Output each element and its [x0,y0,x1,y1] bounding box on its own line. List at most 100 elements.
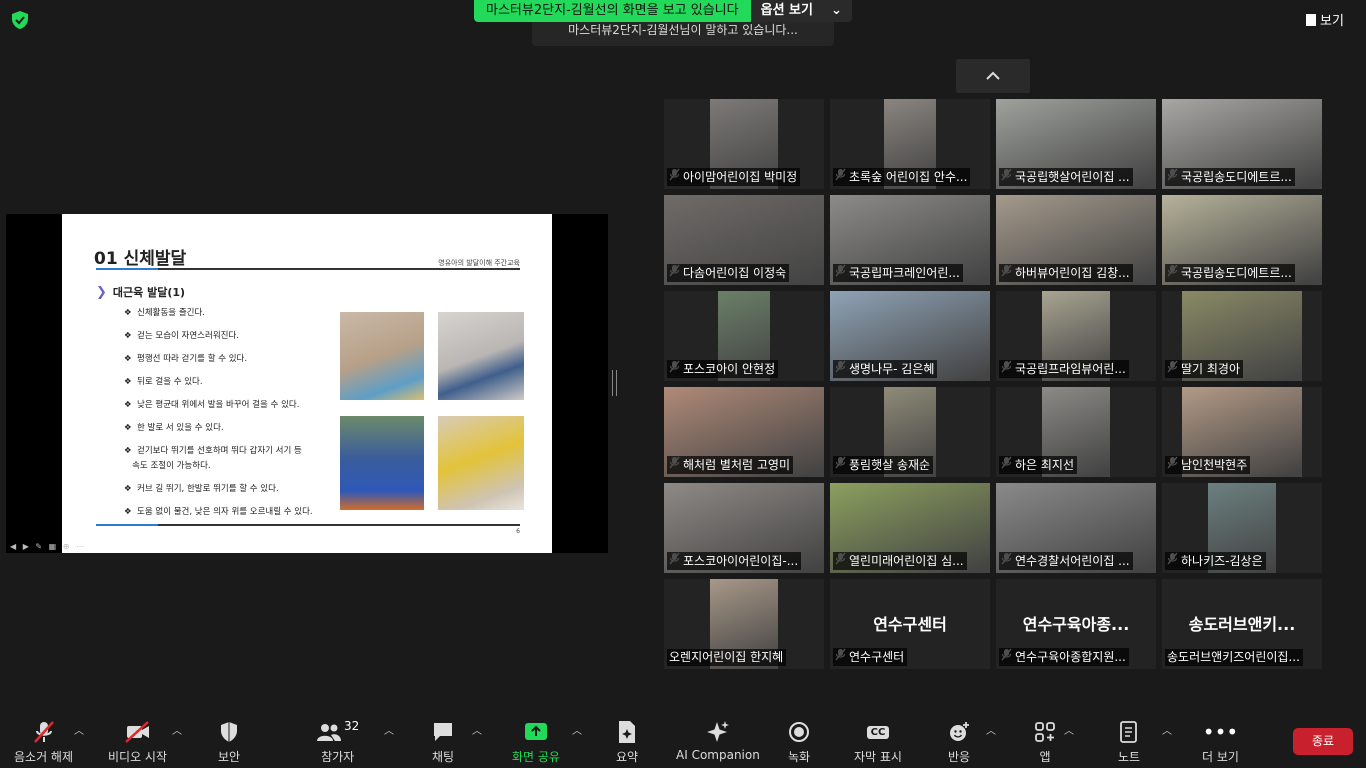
participant-name-label: 송도러브앤키즈어린이집... [1165,649,1303,666]
participant-tile[interactable]: 아이맘어린이집 박미정 [664,99,824,189]
participant-tile[interactable]: 국공립파크레인어린... [830,195,990,285]
participant-tile[interactable]: 연수경찰서어린이집 ... [996,483,1156,573]
screen-share-banner: 마스터뷰2단지-김월선의 화면을 보고 있습니다 옵션 보기 ⌄ [474,0,886,22]
ai-companion-button[interactable]: AI Companion [676,720,760,762]
participant-tile[interactable]: 남인천박현주 [1162,387,1322,477]
apps-icon [1034,720,1056,744]
apps-options-caret[interactable]: ︿ [1064,722,1074,737]
participant-tile[interactable]: 국공립햇살어린이집 ... [996,99,1156,189]
active-speaker-text: 마스터뷰2단지-김월선님이 말하고 있습니다... [568,23,798,37]
record-button[interactable]: 녹화 [788,720,810,765]
participant-tile[interactable]: 하은 최지선 [996,387,1156,477]
participant-name: 국공립파크레인어린... [849,265,960,280]
participants-options-caret[interactable]: ︿ [384,722,394,737]
share-options-caret[interactable]: ︿ [572,722,582,737]
view-options-button[interactable]: 옵션 보기 ⌄ [750,0,852,22]
chat-button[interactable]: 채팅 [432,720,454,765]
participant-tile[interactable]: 연수구육아종... 연수구육아종합지원... [996,579,1156,669]
collapse-gallery-button[interactable] [956,59,1030,93]
participants-icon: 32 [316,719,359,744]
participant-name-label: 오렌지어린이집 한지혜 [667,649,787,666]
chevron-down-icon: ⌄ [830,3,842,18]
participant-name: 아이맘어린이집 박미정 [683,169,798,184]
microphone-muted-icon [835,456,846,474]
video-options-caret[interactable]: ︿ [172,722,182,737]
participant-name: 연수경찰서어린이집 ... [1015,553,1130,568]
microphone-muted-icon [1001,168,1012,186]
participant-name: 남인천박현주 [1181,457,1248,472]
slide-bullet-list: ❖ 신체활동을 즐긴다. ❖ 걷는 모습이 자연스러워진다. ❖ 평행선 따라 … [124,306,313,528]
slide-photo [438,312,524,400]
participant-tile[interactable]: 연수구센터 연수구센터 [830,579,990,669]
view-options-label: 옵션 보기 [760,3,813,18]
participant-display-name: 연수구육아종... [1022,615,1130,634]
participant-tile[interactable]: 열린미래어린이집 심... [830,483,990,573]
start-video-button[interactable]: 비디오 시작 [108,720,167,765]
participant-tile[interactable]: 초록숲 어린이집 안수... [830,99,990,189]
notes-icon [1119,720,1139,744]
participant-tile[interactable]: 해처럼 별처럼 고영미 [664,387,824,477]
notes-button[interactable]: 노트 [1118,720,1140,765]
notes-options-caret[interactable]: ︿ [1162,722,1172,737]
apps-button[interactable]: 앱 [1034,720,1056,765]
slide-photo [438,416,524,510]
participant-tile[interactable]: 국공립송도디에트르... [1162,195,1322,285]
unmute-button[interactable]: 음소거 해제 [14,720,73,765]
view-layout-icon [1306,13,1316,26]
participant-tile[interactable]: 국공립송도디에트르... [1162,99,1322,189]
participant-tile[interactable]: 송도러브앤키... 송도러브앤키즈어린이집... [1162,579,1322,669]
participant-name-label: 다솜어린이집 이정숙 [667,264,790,282]
ai-companion-label: AI Companion [676,748,760,762]
microphone-muted-icon [1167,168,1178,186]
participant-name-label: 초록숲 어린이집 안수... [833,168,971,186]
closed-captions-icon: CC [866,720,890,744]
participant-name-label: 아이맘어린이집 박미정 [667,168,801,186]
encryption-shield-icon[interactable] [10,10,30,30]
participant-tile[interactable]: 하버뷰어린이집 김창... [996,195,1156,285]
participant-tile[interactable]: 포스코아이 안현정 [664,291,824,381]
participant-tile[interactable]: 하나키즈-김상은 [1162,483,1322,573]
more-dots-icon: ••• [1202,720,1239,744]
participant-tile[interactable]: 포스코아이어린이집-... [664,483,824,573]
view-button[interactable]: 보기 [1306,10,1344,29]
participant-name-label: 풍림햇살 송재순 [833,456,934,474]
participant-name: 국공립프라임뷰어린... [1015,361,1126,376]
participant-tile[interactable]: 딸기 최경아 [1162,291,1322,381]
record-label: 녹화 [788,750,811,764]
unmute-label: 음소거 해제 [14,750,74,764]
participant-name-label: 해처럼 별처럼 고영미 [667,456,793,474]
reactions-button[interactable]: 반응 [948,720,970,765]
chat-options-caret[interactable]: ︿ [472,722,482,737]
participants-button[interactable]: 32 참가자 [316,719,359,765]
end-meeting-button[interactable]: 종료 [1293,728,1353,755]
sparkle-icon [706,720,730,744]
captions-label: 자막 표시 [854,750,902,764]
slide-bullet: ❖ 신체활동을 즐긴다. [124,308,205,318]
shared-screen: 01 신체발달 영유아의 발달이해 주간교육 ❯ 대근육 발달(1) ❖ 신체활… [6,214,608,553]
participant-display-name: 송도러브앤키... [1188,615,1296,634]
summary-document-icon [617,720,637,744]
participant-tile[interactable]: 다솜어린이집 이정숙 [664,195,824,285]
closed-captions-icon-text: CC [866,725,890,739]
panel-resize-handle[interactable] [612,370,617,396]
microphone-muted-icon [1167,456,1178,474]
summary-button[interactable]: 요약 [616,720,638,765]
slide-bullet: ❖ 걷기보다 뛰기를 선호하며 뛰다 갑자기 서기 등 [124,446,302,456]
presentation-slide: 01 신체발달 영유아의 발달이해 주간교육 ❯ 대근육 발달(1) ❖ 신체활… [62,214,552,553]
slide-bullet: ❖ 한 발로 서 있을 수 있다. [124,423,224,433]
notes-label: 노트 [1118,750,1141,764]
participant-tile[interactable]: 생명나무- 김은혜 [830,291,990,381]
audio-options-caret[interactable]: ︿ [74,722,84,737]
reactions-options-caret[interactable]: ︿ [986,722,996,737]
security-button[interactable]: 보안 [218,720,240,765]
share-screen-icon [524,720,548,744]
more-button[interactable]: ••• 더 보기 [1202,720,1239,765]
captions-button[interactable]: CC 자막 표시 [854,720,902,765]
slideshow-controls[interactable]: ◀ ▶ ✎ ▦ ⊕ ⋯ [10,542,86,551]
share-screen-button[interactable]: 화면 공유 [512,720,560,765]
participant-tile[interactable]: 국공립프라임뷰어린... [996,291,1156,381]
participant-tile[interactable]: 풍림햇살 송재순 [830,387,990,477]
record-icon [788,720,810,744]
participant-tile[interactable]: 오렌지어린이집 한지혜 [664,579,824,669]
participant-name: 초록숲 어린이집 안수... [849,169,968,184]
